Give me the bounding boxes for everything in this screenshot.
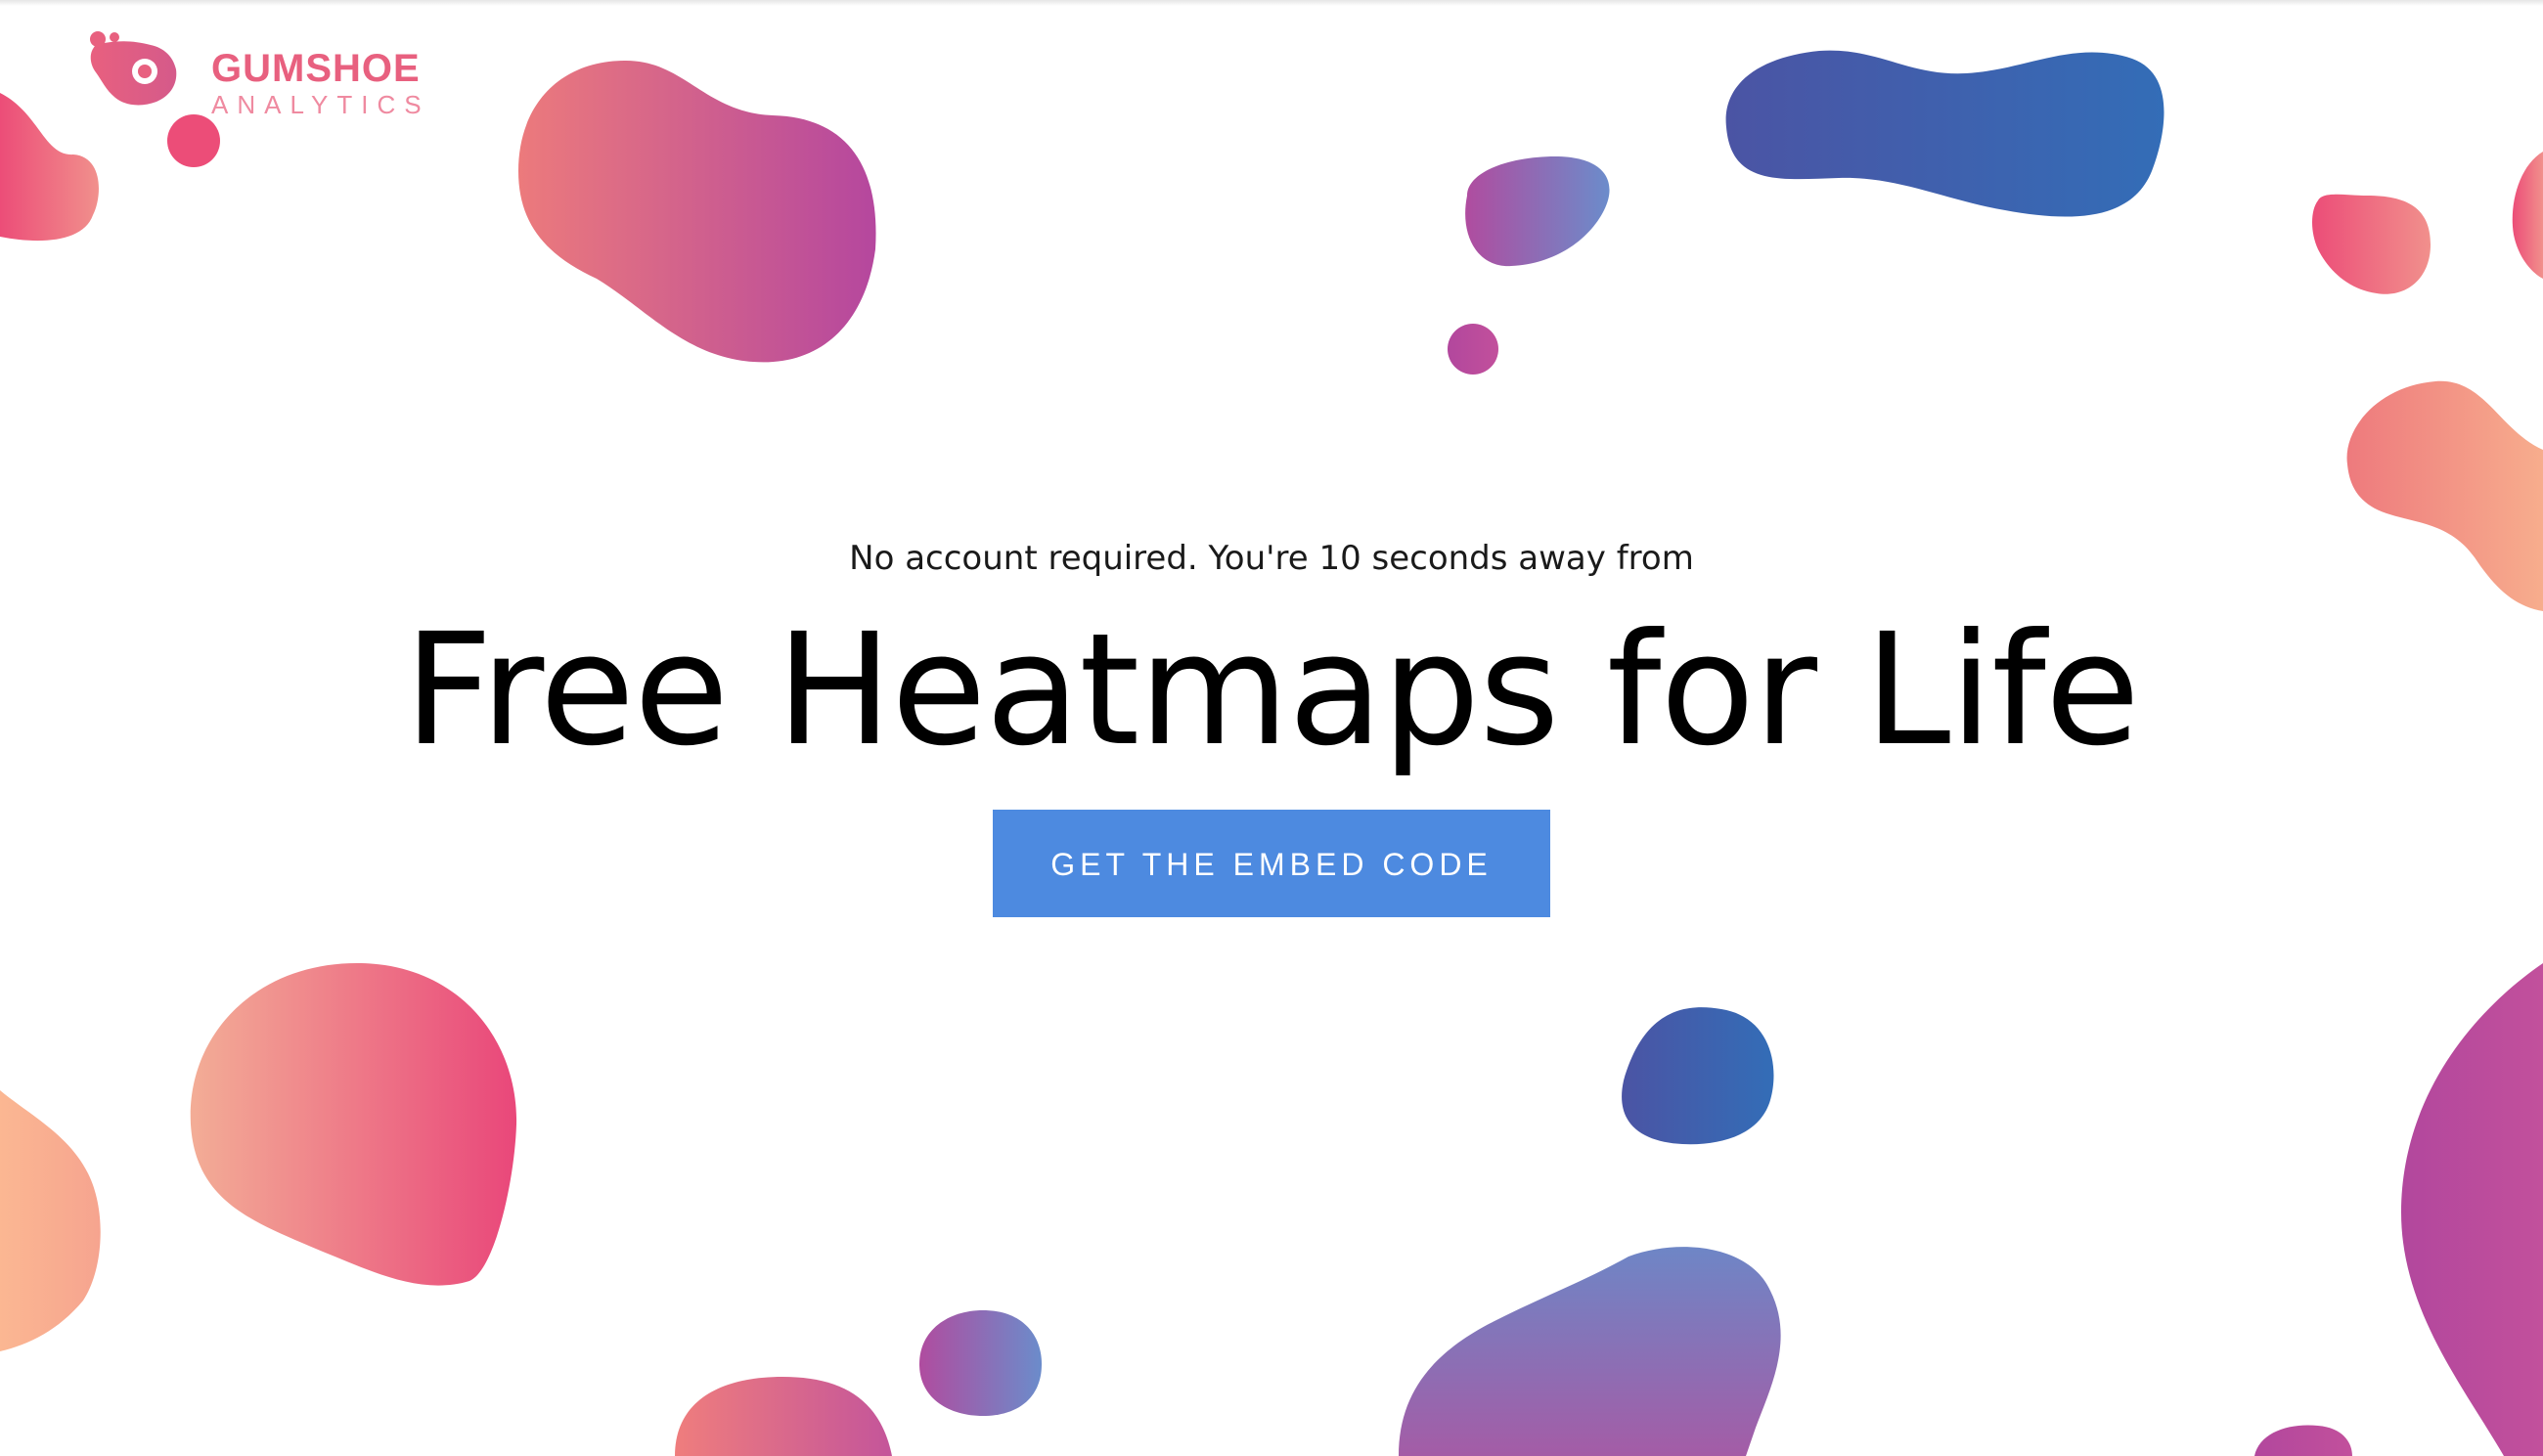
get-embed-code-button[interactable]: GET THE EMBED CODE — [993, 809, 1550, 917]
blob-top-large — [518, 61, 876, 363]
brand-name-line1: GUMSHOE — [211, 47, 421, 90]
brand-wordmark: GUMSHOE ANALYTICS — [211, 49, 430, 117]
blob-bottom-large — [1399, 1247, 1781, 1456]
hero-title: Free Heatmaps for Life — [403, 600, 2140, 780]
landing-page: GUMSHOE ANALYTICS No account required. Y… — [0, 0, 2543, 1456]
blob-oval-mid — [1465, 156, 1610, 267]
hero-subtitle: No account required. You're 10 seconds a… — [849, 539, 1694, 578]
blob-top-blue — [1725, 50, 2164, 217]
brand-name-line2: ANALYTICS — [211, 90, 430, 119]
blob-bottom-coral — [675, 1377, 892, 1456]
blob-bottom-small-oval — [919, 1310, 1042, 1416]
blob-dot-magenta — [1448, 324, 1498, 375]
blob-right-edge-top — [2512, 152, 2543, 279]
blob-right-small-pink — [2312, 194, 2431, 294]
hero-section: No account required. You're 10 seconds a… — [0, 528, 2543, 917]
blob-right-bottom-magenta — [2401, 963, 2543, 1456]
brand-logo[interactable]: GUMSHOE ANALYTICS — [84, 20, 436, 176]
blob-bottom-right-small — [2254, 1425, 2352, 1456]
blob-left-edge-peach — [0, 1090, 101, 1351]
blob-bottom-blue — [1622, 1007, 1774, 1145]
blob-left-peach-pink — [190, 963, 517, 1286]
